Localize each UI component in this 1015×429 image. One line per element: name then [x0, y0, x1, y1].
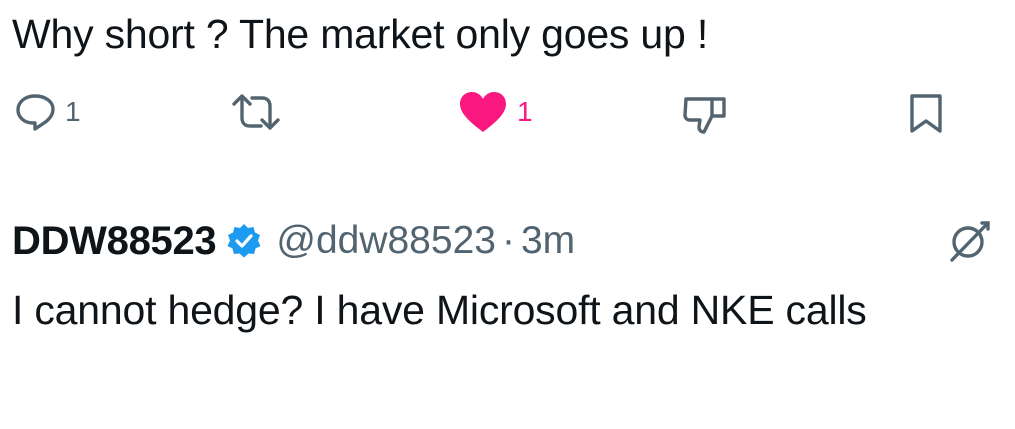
tweet-text: Why short ? The market only goes up !	[12, 11, 709, 57]
display-name[interactable]: DDW88523	[12, 219, 217, 264]
separator-dot: ·	[501, 219, 515, 262]
heart-filled-icon	[460, 92, 506, 132]
timestamp[interactable]: 3m	[521, 219, 575, 263]
reply-header: DDW88523 @ddw88523 · 3m	[12, 214, 575, 268]
reply-button[interactable]: 1	[13, 92, 81, 132]
like-button[interactable]: 1	[457, 90, 533, 134]
retweet-icon	[232, 94, 280, 130]
grok-button[interactable]	[946, 218, 992, 269]
dislike-icon	[683, 97, 726, 134]
reply-text: I cannot hedge? I have Microsoft and NKE…	[12, 287, 867, 333]
verified-badge	[226, 223, 262, 259]
grok-icon	[950, 221, 990, 262]
bookmark-icon	[910, 94, 942, 133]
dislike-button[interactable]	[681, 94, 729, 136]
verified-badge-icon	[227, 224, 261, 258]
retweet-button[interactable]	[231, 92, 281, 132]
like-count: 1	[517, 96, 533, 127]
reply-count: 1	[65, 96, 81, 127]
reply-icon	[16, 94, 55, 131]
user-handle[interactable]: @ddw88523	[276, 219, 496, 263]
bookmark-button[interactable]	[906, 92, 946, 134]
